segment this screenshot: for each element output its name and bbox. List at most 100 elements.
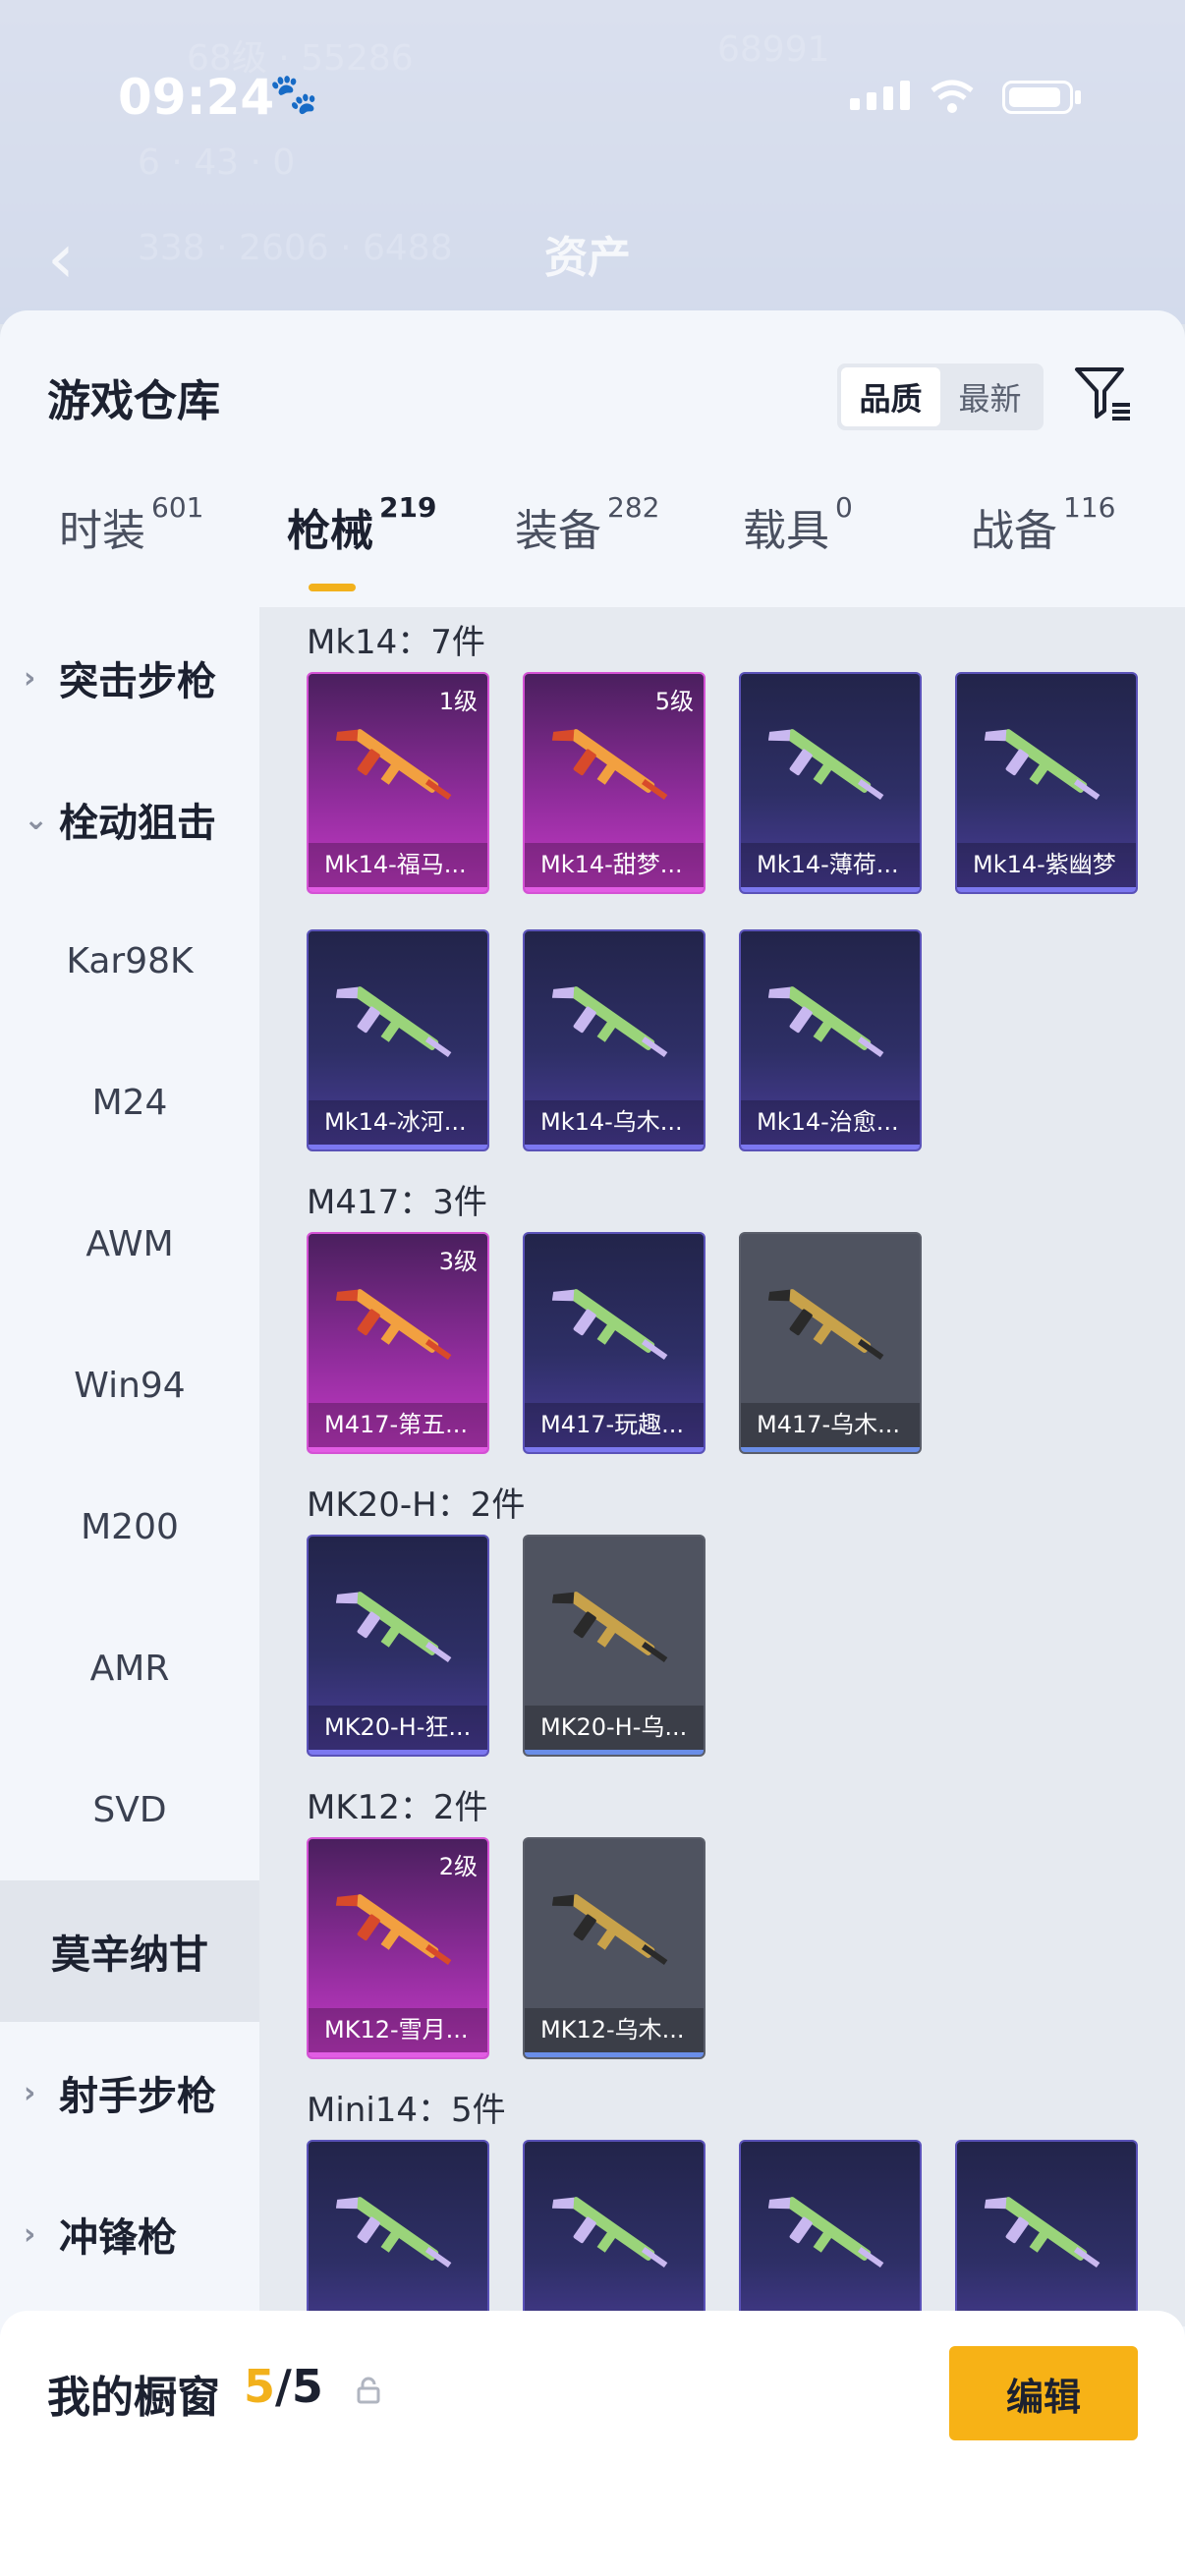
showcase-current: 5 [244,2360,276,2413]
sidebar-item-label: 冲锋枪 [59,2215,177,2261]
level-badge: 1级 [438,688,478,715]
sidebar-item-label: 栓动狙击 [59,801,216,846]
rifle-icon [336,1592,452,1663]
rifle-icon [336,729,452,801]
tab-label: 战备 [971,506,1057,556]
weapon-skin-name: Mk14-福马... [309,843,487,892]
rifle-icon [336,1289,452,1361]
category-header: Mk14：7件 [307,623,485,662]
weapon-skin-card[interactable]: 2级 MK12-雪月... [307,1837,489,2059]
showcase-separator: / [275,2360,292,2413]
sidebar-group-smgs[interactable]: › 冲锋枪 [0,2163,259,2305]
category-header: MK20-H：2件 [307,1485,526,1525]
sort-quality-button[interactable]: 品质 [841,367,940,426]
weapon-type-sidebar: › 突击步枪 ⌄ 栓动狙击 Kar98K M24 AWM Win94 M200 AM… [0,607,259,2326]
sidebar-item-kar98k[interactable]: Kar98K [0,890,259,1032]
showcase-total: 5 [291,2360,323,2413]
sidebar-item-awm[interactable]: AWM [0,1173,259,1315]
tab-fashion[interactable]: 时装 601 [59,491,203,558]
weapon-skin-name: MK12-雪月... [309,2008,487,2057]
weapon-skin-card[interactable]: M417-乌木... [739,1232,922,1454]
weapon-skin-card[interactable]: 1级 Mk14-福马... [307,672,489,894]
tab-count: 219 [379,491,437,524]
level-badge: 3级 [438,1248,478,1275]
tab-equipment[interactable]: 装备 282 [515,491,659,558]
sidebar-item-svd[interactable]: SVD [0,1739,259,1880]
sidebar-group-assault-rifles[interactable]: › 突击步枪 [0,607,259,749]
weapon-skin-card[interactable]: M417-玩趣... [523,1232,705,1454]
weapon-skin-card[interactable] [955,2140,1138,2326]
weapon-skin-card[interactable]: MK12-乌木... [523,1837,705,2059]
weapon-skin-name: Mk14-乌木... [525,1100,704,1149]
tab-label: 装备 [515,506,601,556]
edit-button[interactable]: 编辑 [949,2346,1138,2440]
chevron-down-icon: ⌄ [24,802,49,837]
tab-vehicles[interactable]: 载具 0 [743,491,853,558]
filter-icon[interactable] [1071,362,1134,428]
rifle-icon [336,1894,452,1966]
weapon-skin-card[interactable]: Mk14-薄荷... [739,672,922,894]
active-tab-indicator [309,584,356,591]
weapon-skin-card[interactable] [307,2140,489,2326]
sidebar-item-label: 突击步枪 [59,659,216,704]
rifle-icon [552,986,668,1058]
weapon-skin-name: M417-第五... [309,1403,487,1452]
weapon-skin-card[interactable]: Mk14-冰河... [307,929,489,1151]
showcase-title: 我的橱窗 [47,2373,220,2423]
sidebar-item-label: 射手步枪 [59,2074,216,2119]
weapon-skin-card[interactable]: Mk14-紫幽梦 [955,672,1138,894]
weapon-skin-card[interactable] [739,2140,922,2326]
weapon-skin-name: MK12-乌木... [525,2008,704,2057]
rifle-icon [768,2197,884,2268]
sidebar-group-bolt-snipers[interactable]: ⌄ 栓动狙击 [0,749,259,890]
tab-label: 载具 [743,506,829,556]
rifle-icon [768,729,884,801]
weapon-grid: Mk14：7件 1级 Mk14-福马... 5级 Mk14-甜梦... Mk14-薄荷..… [259,607,1185,2326]
chevron-right-icon: › [24,2216,36,2252]
level-badge: 5级 [654,688,694,715]
weapon-skin-name: M417-玩趣... [525,1403,704,1452]
level-badge: 2级 [438,1853,478,1880]
sort-newest-button[interactable]: 最新 [940,367,1040,426]
weapon-skin-name: Mk14-甜梦... [525,843,704,892]
chevron-right-icon: › [24,660,36,696]
weapon-skin-name: M417-乌木... [741,1403,920,1452]
paw-icon: 🐾 [269,72,318,117]
sidebar-item-win94[interactable]: Win94 [0,1315,259,1456]
panel-title: 游戏仓库 [47,376,220,426]
weapon-skin-card[interactable]: 5级 Mk14-甜梦... [523,672,705,894]
tab-count: 282 [607,491,660,524]
weapon-skin-name: Mk14-治愈... [741,1100,920,1149]
sidebar-group-marksman-rifles[interactable]: › 射手步枪 [0,2022,259,2163]
rifle-icon [552,1894,668,1966]
weapon-skin-name: MK20-H-狂... [309,1706,487,1755]
rifle-icon [552,729,668,801]
tab-count: 601 [151,491,204,524]
sidebar-item-amr[interactable]: AMR [0,1597,259,1739]
weapon-skin-name: MK20-H-乌... [525,1706,704,1755]
tab-supplies[interactable]: 战备 116 [971,491,1115,558]
tab-count: 0 [835,491,853,524]
rifle-icon [336,986,452,1058]
rifle-icon [985,2197,1100,2268]
rifle-icon [768,1289,884,1361]
weapon-skin-card[interactable]: Mk14-乌木... [523,929,705,1151]
rifle-icon [552,1289,668,1361]
wifi-icon [929,77,976,126]
sidebar-item-m200[interactable]: M200 [0,1456,259,1597]
tab-firearms[interactable]: 枪械 219 [287,491,436,558]
weapon-skin-card[interactable]: 3级 M417-第五... [307,1232,489,1454]
back-chevron-icon[interactable]: ‹ [47,218,75,299]
tab-label: 时装 [59,506,145,556]
category-header: MK12：2件 [307,1788,488,1827]
category-tabs: 时装 601 枪械 219 装备 282 载具 0 战备 116 [0,491,1185,574]
sidebar-item-m24[interactable]: M24 [0,1032,259,1173]
sidebar-item-mosin-nagant[interactable]: 莫辛纳甘 [0,1880,259,2022]
signal-icon [850,81,910,110]
weapon-skin-card[interactable]: MK20-H-狂... [307,1535,489,1757]
weapon-skin-card[interactable]: Mk14-治愈... [739,929,922,1151]
weapon-skin-card[interactable]: MK20-H-乌... [523,1535,705,1757]
tab-count: 116 [1063,491,1116,524]
weapon-skin-name: Mk14-冰河... [309,1100,487,1149]
weapon-skin-card[interactable] [523,2140,705,2326]
